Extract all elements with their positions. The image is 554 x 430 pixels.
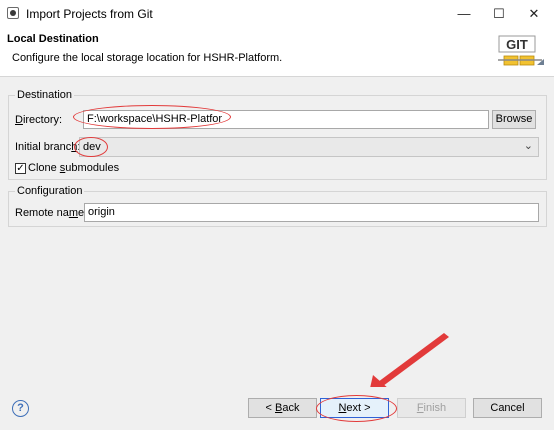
initial-branch-label: Initial branch: xyxy=(15,141,80,153)
finish-button[interactable]: Finish xyxy=(397,398,466,418)
git-logo-text: GIT xyxy=(506,37,528,52)
directory-label: Directory: xyxy=(15,114,63,126)
remote-name-input[interactable]: origin xyxy=(84,203,539,222)
destination-group-label: Destination xyxy=(15,89,75,101)
configuration-group-label: Configuration xyxy=(15,185,85,197)
initial-branch-value: dev xyxy=(83,141,101,153)
wizard-footer: ? < Back Next > Finish Cancel xyxy=(0,387,554,430)
remote-name-label: Remote name: xyxy=(15,207,88,219)
git-logo-icon: GIT xyxy=(498,35,544,66)
title-bar: Import Projects from Git — ☐ ✕ xyxy=(0,0,554,28)
back-button[interactable]: < Back xyxy=(248,398,317,418)
browse-button[interactable]: Browse xyxy=(492,110,536,129)
wizard-header: Local Destination Configure the local st… xyxy=(0,27,554,77)
window-title: Import Projects from Git xyxy=(26,7,153,21)
page-title: Local Destination xyxy=(7,33,99,45)
initial-branch-select[interactable]: dev ⌄ xyxy=(79,137,539,157)
page-description: Configure the local storage location for… xyxy=(12,52,283,64)
clone-submodules-label: Clone submodules xyxy=(28,162,120,174)
cancel-button[interactable]: Cancel xyxy=(473,398,542,418)
directory-input[interactable]: F:\workspace\HSHR-Platfor xyxy=(83,110,489,129)
chevron-down-icon: ⌄ xyxy=(523,140,533,152)
clone-submodules-checkbox[interactable]: ✓ xyxy=(15,163,26,174)
help-icon[interactable]: ? xyxy=(12,400,29,417)
wizard-content: Destination Directory: F:\workspace\HSHR… xyxy=(0,77,554,387)
eclipse-app-icon xyxy=(7,7,19,19)
next-button[interactable]: Next > xyxy=(320,398,389,418)
close-button[interactable]: ✕ xyxy=(512,0,554,27)
